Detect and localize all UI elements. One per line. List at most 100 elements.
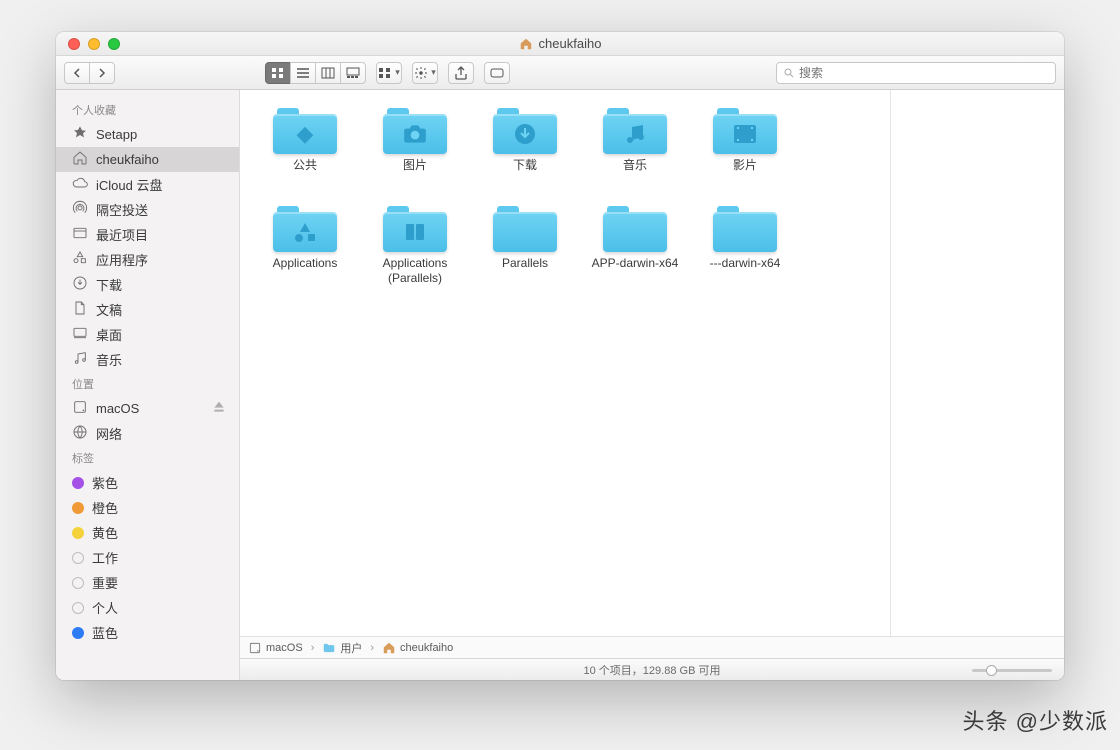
airdrop-icon	[72, 200, 88, 219]
network-icon	[72, 424, 88, 443]
folder-item[interactable]: Applications (Parallels)	[360, 204, 470, 287]
arrange-button[interactable]	[376, 62, 402, 84]
home-icon	[519, 37, 533, 51]
desktop-icon	[72, 325, 88, 344]
search-icon	[783, 67, 795, 79]
sidebar-item-网络[interactable]: 网络	[56, 421, 239, 446]
preview-pane	[890, 90, 1064, 636]
search-input[interactable]	[799, 66, 1049, 80]
folder-label: 影片	[733, 158, 757, 174]
sidebar-item-隔空投送[interactable]: 隔空投送	[56, 197, 239, 222]
sidebar-item-label: 网络	[96, 424, 227, 443]
home-icon	[72, 150, 88, 169]
folder-item[interactable]: ◆ 公共	[250, 106, 360, 174]
folder-label: Applications (Parallels)	[363, 256, 468, 287]
sidebar-item-橙色[interactable]: 橙色	[56, 495, 239, 520]
sidebar-item-音乐[interactable]: 音乐	[56, 347, 239, 372]
sidebar-item-label: 最近项目	[96, 225, 227, 244]
folder-icon	[273, 204, 337, 252]
fullscreen-button[interactable]	[108, 38, 120, 50]
breadcrumb-separator	[368, 642, 376, 654]
toolbar	[56, 56, 1064, 90]
breadcrumb-item[interactable]: 用户	[322, 640, 362, 656]
tags-button[interactable]	[484, 62, 510, 84]
sidebar-item-label: 下载	[96, 275, 227, 294]
folder-item[interactable]: 影片	[690, 106, 800, 174]
folder-item[interactable]: APP-darwin-x64	[580, 204, 690, 287]
folder-icon	[603, 204, 667, 252]
sidebar-item-Setapp[interactable]: Setapp	[56, 122, 239, 147]
tag-dot-icon	[72, 477, 84, 489]
folder-label: 下载	[513, 158, 537, 174]
view-icon-button[interactable]	[265, 62, 291, 84]
view-gallery-button[interactable]	[340, 62, 366, 84]
view-list-button[interactable]	[290, 62, 316, 84]
window-title: cheukfaiho	[539, 36, 602, 51]
back-button[interactable]	[64, 62, 90, 84]
sidebar-item-重要[interactable]: 重要	[56, 570, 239, 595]
action-button[interactable]	[412, 62, 438, 84]
titlebar: cheukfaiho	[56, 32, 1064, 56]
sidebar-item-macOS[interactable]: macOS	[56, 396, 239, 421]
sidebar-item-紫色[interactable]: 紫色	[56, 470, 239, 495]
sidebar-item-蓝色[interactable]: 蓝色	[56, 620, 239, 645]
tag-dot-icon	[72, 602, 84, 614]
sidebar-item-cheukfaiho[interactable]: cheukfaiho	[56, 147, 239, 172]
tag-dot-icon	[72, 527, 84, 539]
folder-icon	[603, 106, 667, 154]
folder-item[interactable]: Applications	[250, 204, 360, 287]
downloads-icon	[72, 275, 88, 294]
minimize-button[interactable]	[88, 38, 100, 50]
status-bar: 10 个项目，129.88 GB 可用	[240, 658, 1064, 680]
sidebar-item-iCloud 云盘[interactable]: iCloud 云盘	[56, 172, 239, 197]
disk-icon	[72, 399, 88, 418]
folder-label: Parallels	[502, 256, 548, 272]
sidebar-item-黄色[interactable]: 黄色	[56, 520, 239, 545]
sidebar-item-label: 工作	[92, 548, 227, 567]
breadcrumb-item[interactable]: macOS	[248, 641, 303, 655]
folder-icon	[713, 106, 777, 154]
sidebar-item-应用程序[interactable]: 应用程序	[56, 247, 239, 272]
forward-button[interactable]	[89, 62, 115, 84]
eject-icon[interactable]	[211, 399, 227, 418]
documents-icon	[72, 300, 88, 319]
share-button[interactable]	[448, 62, 474, 84]
sidebar-item-桌面[interactable]: 桌面	[56, 322, 239, 347]
sidebar-item-label: cheukfaiho	[96, 152, 227, 167]
sidebar-item-最近项目[interactable]: 最近项目	[56, 222, 239, 247]
search-field[interactable]	[776, 62, 1056, 84]
sidebar-item-下载[interactable]: 下载	[56, 272, 239, 297]
sidebar-item-label: 应用程序	[96, 250, 227, 269]
sidebar-item-label: 橙色	[92, 498, 227, 517]
folder-icon	[383, 204, 447, 252]
folder-label: 图片	[403, 158, 427, 174]
folder-label: 公共	[293, 158, 317, 174]
window-controls	[68, 38, 120, 50]
folder-icon: ◆	[273, 106, 337, 154]
sidebar-item-label: 黄色	[92, 523, 227, 542]
breadcrumb-label: cheukfaiho	[400, 642, 453, 654]
breadcrumb-item[interactable]: cheukfaiho	[382, 641, 453, 655]
folder-label: ---darwin-x64	[710, 256, 781, 272]
folder-item[interactable]: Parallels	[470, 204, 580, 287]
folder-icon	[493, 204, 557, 252]
file-view: ◆ 公共 图片 下载 音乐影片 ApplicationsApplications (Par…	[240, 90, 890, 636]
icon-size-slider[interactable]	[972, 663, 1052, 677]
sidebar-item-文稿[interactable]: 文稿	[56, 297, 239, 322]
sidebar-section-header: 个人收藏	[56, 98, 239, 122]
folder-label: APP-darwin-x64	[592, 256, 679, 272]
recent-icon	[72, 225, 88, 244]
breadcrumb-label: 用户	[340, 640, 362, 656]
folder-item[interactable]: 下载	[470, 106, 580, 174]
tag-dot-icon	[72, 552, 84, 564]
status-text: 10 个项目，129.88 GB 可用	[584, 662, 721, 678]
view-column-button[interactable]	[315, 62, 341, 84]
close-button[interactable]	[68, 38, 80, 50]
folder-item[interactable]: ---darwin-x64	[690, 204, 800, 287]
folder-item[interactable]: 图片	[360, 106, 470, 174]
tag-dot-icon	[72, 577, 84, 589]
sidebar-item-工作[interactable]: 工作	[56, 545, 239, 570]
folder-icon	[493, 106, 557, 154]
sidebar-item-个人[interactable]: 个人	[56, 595, 239, 620]
folder-item[interactable]: 音乐	[580, 106, 690, 174]
